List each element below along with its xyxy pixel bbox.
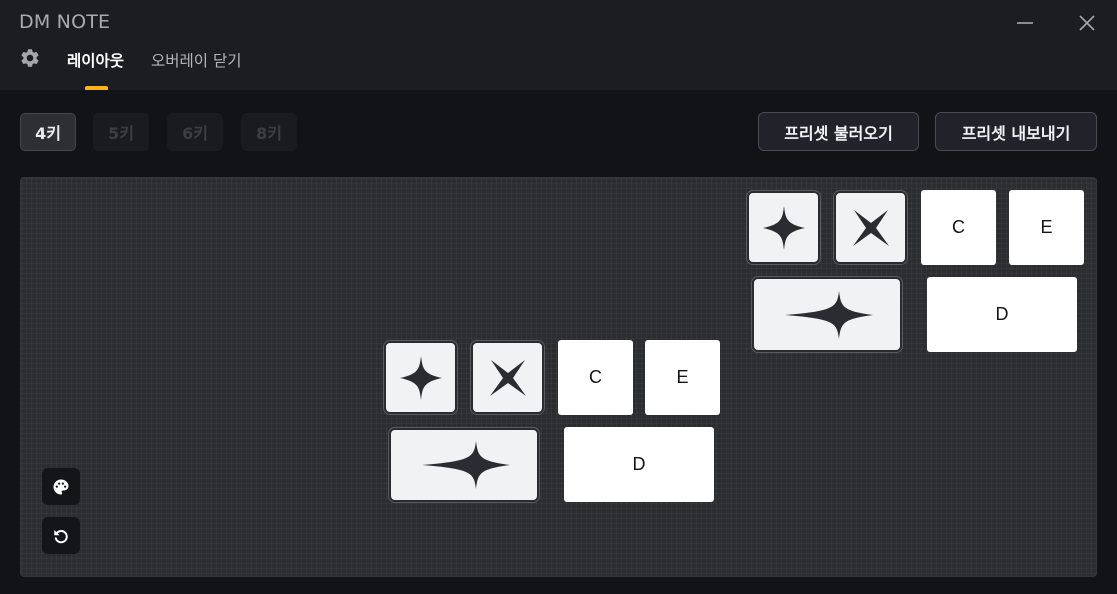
wide-star-icon (422, 441, 510, 489)
palette-button[interactable] (42, 468, 80, 505)
four-point-star-icon (762, 205, 805, 250)
close-icon (1079, 15, 1095, 31)
title-bar: DM NOTE 레이아웃 오버레이 닫기 (0, 0, 1117, 90)
tab-layout[interactable]: 레이아웃 (67, 49, 124, 71)
active-tab-indicator (85, 86, 108, 90)
key-d[interactable]: D (927, 277, 1077, 352)
x-cross-icon (852, 209, 889, 246)
app-title: DM NOTE (19, 11, 111, 33)
key-c[interactable]: C (558, 340, 633, 415)
four-point-star-icon (399, 355, 442, 400)
key-d[interactable]: D (564, 427, 714, 502)
layout-canvas[interactable]: C E D C E D (20, 177, 1097, 577)
key-e[interactable]: E (1009, 190, 1084, 265)
key-x[interactable] (834, 191, 907, 264)
tab-close-overlay[interactable]: 오버레이 닫기 (151, 49, 242, 71)
key-mode-8[interactable]: 8키 (241, 113, 297, 151)
key-star[interactable] (384, 341, 457, 414)
key-c[interactable]: C (921, 190, 996, 265)
load-preset-button[interactable]: 프리셋 불러오기 (758, 112, 919, 151)
x-cross-icon (489, 359, 526, 396)
undo-icon (54, 529, 68, 543)
undo-button[interactable] (42, 517, 80, 554)
close-button[interactable] (1071, 8, 1103, 38)
minimize-icon (1017, 22, 1033, 24)
key-mode-5[interactable]: 5키 (93, 113, 149, 151)
palette-icon (53, 479, 69, 494)
key-star[interactable] (747, 191, 820, 264)
export-preset-button[interactable]: 프리셋 내보내기 (935, 112, 1097, 151)
key-wide-star[interactable] (389, 428, 539, 502)
key-x[interactable] (471, 341, 544, 414)
key-mode-4[interactable]: 4키 (20, 113, 76, 151)
key-e[interactable]: E (645, 340, 720, 415)
wide-star-icon (785, 290, 873, 339)
key-mode-6[interactable]: 6키 (167, 113, 223, 151)
gear-icon[interactable] (19, 47, 41, 69)
key-wide-star[interactable] (752, 277, 902, 352)
minimize-button[interactable] (1009, 8, 1041, 38)
